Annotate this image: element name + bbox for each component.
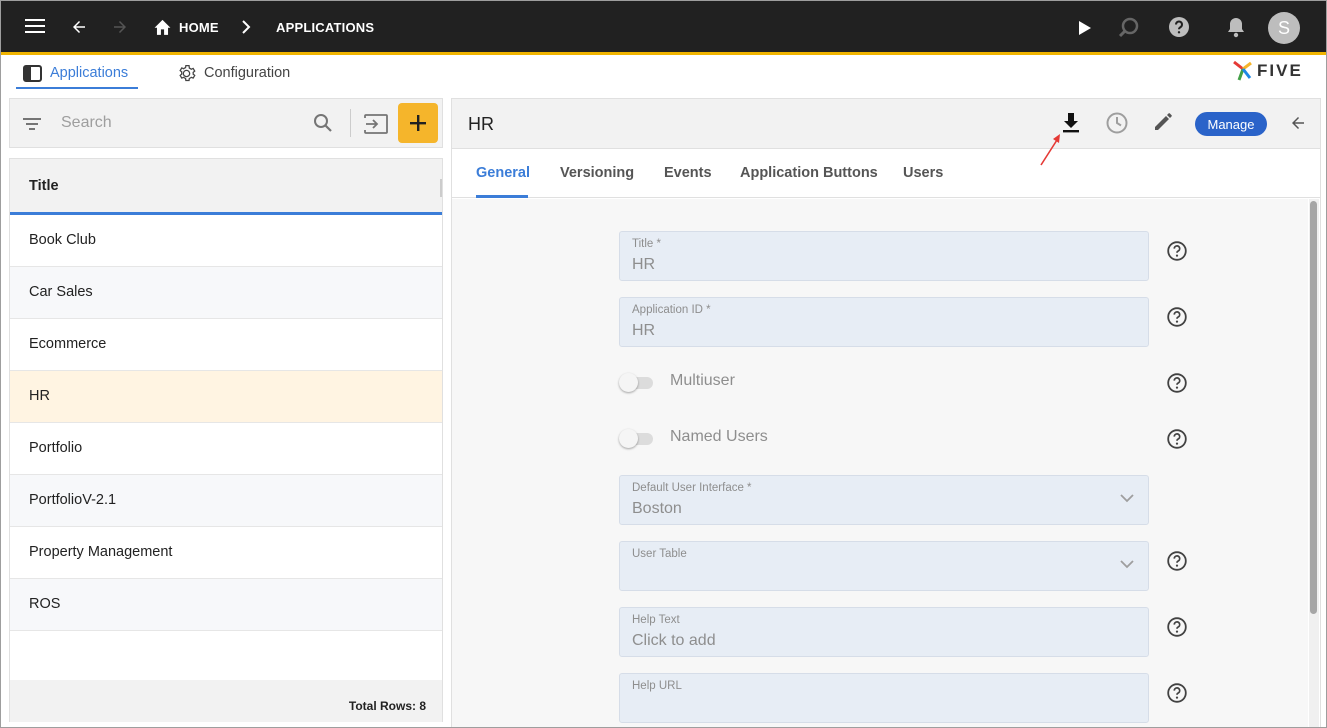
history-clock-icon[interactable] bbox=[1106, 112, 1128, 134]
total-rows-count: Total Rows: 8 bbox=[348, 699, 426, 713]
tab-application-buttons[interactable]: Application Buttons bbox=[740, 165, 878, 181]
active-tab-indicator bbox=[476, 195, 528, 198]
list-item[interactable]: Property Management bbox=[10, 527, 442, 579]
detail-header: HR Manage bbox=[452, 99, 1320, 149]
help-circle-icon[interactable] bbox=[1167, 617, 1187, 637]
back-arrow-icon[interactable] bbox=[70, 18, 88, 36]
named-users-toggle[interactable] bbox=[619, 428, 655, 448]
title-field[interactable]: Title * HR bbox=[619, 231, 1149, 281]
list-item-selected[interactable]: HR bbox=[10, 371, 442, 423]
tab-general[interactable]: General bbox=[476, 165, 530, 181]
applications-list: Title Book Club Car Sales Ecommerce HR P… bbox=[9, 158, 443, 722]
applications-panel-icon bbox=[23, 64, 42, 82]
help-circle-icon[interactable] bbox=[1167, 241, 1187, 261]
annotation-arrow-icon bbox=[1040, 134, 1060, 166]
home-icon[interactable] bbox=[153, 18, 172, 36]
user-avatar[interactable]: S bbox=[1268, 12, 1300, 44]
help-url-field[interactable]: Help URL bbox=[619, 673, 1149, 723]
five-logo: FIVE bbox=[1231, 59, 1303, 83]
multiuser-toggle[interactable] bbox=[619, 372, 655, 392]
default-user-interface-select[interactable]: Default User Interface * Boston bbox=[619, 475, 1149, 525]
add-button[interactable] bbox=[398, 103, 438, 143]
edit-pencil-icon[interactable] bbox=[1153, 112, 1173, 132]
search-icon[interactable] bbox=[313, 113, 333, 138]
tab-users[interactable]: Users bbox=[903, 165, 943, 181]
breadcrumb-applications[interactable]: APPLICATIONS bbox=[276, 20, 374, 35]
column-resize-handle[interactable] bbox=[440, 179, 442, 197]
list-item[interactable]: Ecommerce bbox=[10, 319, 442, 371]
tab-applications-label: Applications bbox=[50, 65, 129, 81]
top-bar: HOME APPLICATIONS S bbox=[1, 1, 1326, 55]
help-icon[interactable] bbox=[1168, 16, 1190, 38]
application-id-field[interactable]: Application ID * HR bbox=[619, 297, 1149, 347]
help-text-field[interactable]: Help Text Click to add bbox=[619, 607, 1149, 657]
chevron-down-icon bbox=[1120, 560, 1134, 569]
app-window: HOME APPLICATIONS S Applications Configu… bbox=[0, 0, 1327, 728]
close-back-arrow-icon[interactable] bbox=[1289, 114, 1307, 132]
filter-icon[interactable] bbox=[22, 116, 42, 137]
five-logo-mark-icon bbox=[1233, 60, 1252, 81]
plus-icon bbox=[410, 115, 426, 131]
user-table-select[interactable]: User Table bbox=[619, 541, 1149, 591]
named-users-label: Named Users bbox=[670, 428, 768, 445]
tab-versioning[interactable]: Versioning bbox=[560, 165, 634, 181]
tab-configuration-label: Configuration bbox=[204, 65, 291, 81]
chevron-right-icon bbox=[240, 20, 252, 34]
multiuser-label: Multiuser bbox=[670, 372, 735, 389]
help-circle-icon[interactable] bbox=[1167, 307, 1187, 327]
chevron-down-icon bbox=[1120, 494, 1134, 503]
manage-button[interactable]: Manage bbox=[1195, 112, 1267, 136]
tab-events[interactable]: Events bbox=[664, 165, 712, 181]
download-icon[interactable] bbox=[1062, 112, 1080, 134]
debug-icon[interactable] bbox=[1118, 16, 1140, 38]
five-logo-text: FIVE bbox=[1257, 61, 1303, 80]
import-icon[interactable] bbox=[363, 114, 388, 139]
list-item[interactable]: ROS bbox=[10, 579, 442, 631]
tab-configuration[interactable]: Configuration bbox=[177, 56, 290, 90]
detail-panel: HR Manage General Versioning Events Appl… bbox=[451, 98, 1321, 727]
menu-icon[interactable] bbox=[25, 18, 45, 34]
list-item[interactable]: PortfolioV-2.1 bbox=[10, 475, 442, 527]
help-circle-icon[interactable] bbox=[1167, 551, 1187, 571]
tab-applications[interactable]: Applications bbox=[23, 56, 128, 90]
help-circle-icon[interactable] bbox=[1167, 683, 1187, 703]
forward-arrow-icon[interactable] bbox=[111, 18, 129, 36]
active-tab-indicator bbox=[16, 87, 138, 89]
search-bar: Search bbox=[9, 98, 443, 148]
column-header-title[interactable]: Title bbox=[29, 178, 59, 194]
detail-title: HR bbox=[468, 114, 494, 134]
search-input[interactable]: Search bbox=[61, 114, 112, 132]
form-scrollbar[interactable] bbox=[1309, 199, 1319, 727]
breadcrumb-home[interactable]: HOME bbox=[179, 20, 219, 35]
general-form: Title * HR Application ID * HR Multiuser… bbox=[452, 199, 1308, 727]
list-item[interactable]: Book Club bbox=[10, 215, 442, 267]
notifications-bell-icon[interactable] bbox=[1227, 16, 1245, 38]
help-circle-icon[interactable] bbox=[1167, 373, 1187, 393]
settings-gear-icon bbox=[177, 64, 196, 83]
list-item[interactable]: Portfolio bbox=[10, 423, 442, 475]
search-divider bbox=[350, 109, 351, 137]
play-icon[interactable] bbox=[1078, 20, 1092, 36]
help-circle-icon[interactable] bbox=[1167, 429, 1187, 449]
scrollbar-thumb[interactable] bbox=[1310, 201, 1317, 614]
list-footer: Total Rows: 8 bbox=[10, 680, 442, 722]
detail-tabs: General Versioning Events Application Bu… bbox=[452, 149, 1320, 198]
list-header: Title bbox=[10, 159, 442, 215]
list-item[interactable]: Car Sales bbox=[10, 267, 442, 319]
